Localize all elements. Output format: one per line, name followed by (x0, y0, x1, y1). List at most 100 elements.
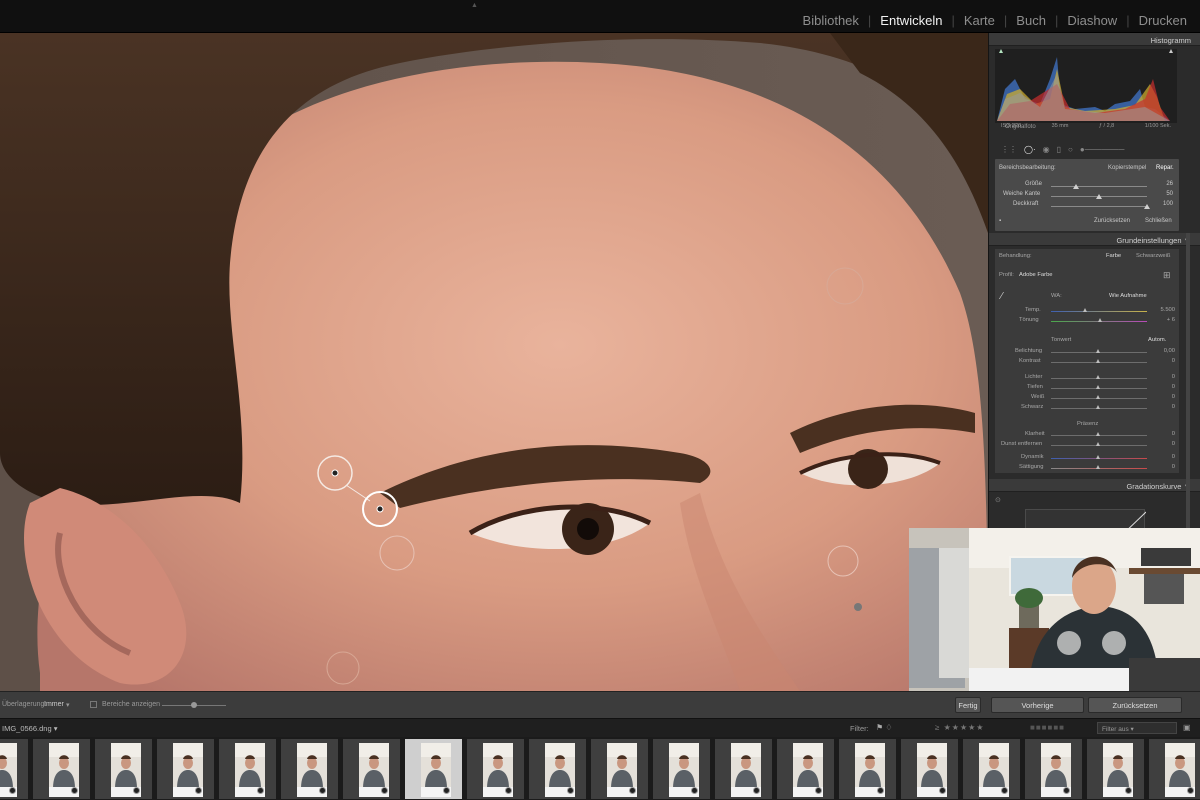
heal-mode-button[interactable]: Repar. (1156, 165, 1174, 171)
filmstrip-thumbnail[interactable] (156, 738, 215, 800)
saturation-label: Sättigung (1019, 464, 1044, 470)
shadows-value[interactable]: 0 (1172, 384, 1175, 390)
blacks-value[interactable]: 0 (1172, 404, 1175, 410)
crop-icon[interactable]: ⋮⋮ (1001, 145, 1017, 154)
rating-filter[interactable]: ≥ ★★★★★ (935, 723, 984, 732)
blacks-slider-thumb[interactable] (1096, 405, 1100, 409)
exposure-slider-thumb[interactable] (1096, 349, 1100, 353)
red-eye-icon[interactable]: ◉ (1043, 145, 1050, 154)
filmstrip-thumbnail[interactable] (466, 738, 525, 800)
filmstrip-thumbnail[interactable] (0, 738, 29, 800)
treatment-color-button[interactable]: Farbe (1106, 253, 1121, 259)
overlay-select[interactable]: Immer (44, 701, 64, 708)
photo-canvas[interactable] (0, 33, 988, 691)
show-spots-checkbox[interactable] (90, 701, 97, 708)
tint-value[interactable]: + 6 (1167, 317, 1175, 323)
exposure-value[interactable]: 0,00 (1164, 348, 1175, 354)
wb-select[interactable]: Wie Aufnahme (1109, 293, 1147, 299)
filmstrip-thumbnail[interactable] (280, 738, 339, 800)
dehaze-value[interactable]: 0 (1172, 441, 1175, 447)
done-button[interactable]: Fertig (955, 697, 981, 713)
highlights-slider-thumb[interactable] (1096, 375, 1100, 379)
highlights-value[interactable]: 0 (1172, 374, 1175, 380)
dehaze-slider-thumb[interactable] (1096, 442, 1100, 446)
graduated-filter-icon[interactable]: ▯ (1057, 145, 1061, 154)
whites-value[interactable]: 0 (1172, 394, 1175, 400)
module-entwickeln[interactable]: Entwickeln (879, 13, 943, 28)
color-filter[interactable]: ■■■■■■ (1030, 723, 1065, 732)
filmstrip-thumbnail[interactable] (652, 738, 711, 800)
focal-value: 35 mm (1051, 123, 1069, 129)
opacity-slider[interactable] (1051, 206, 1147, 207)
module-buch[interactable]: Buch (1015, 13, 1047, 28)
feather-slider-thumb[interactable] (1096, 194, 1102, 199)
filmstrip-thumbnail[interactable] (1086, 738, 1145, 800)
whites-slider-thumb[interactable] (1096, 395, 1100, 399)
curve-target-icon[interactable]: ⊙ (995, 496, 1001, 504)
filmstrip-thumbnail[interactable] (900, 738, 959, 800)
filmstrip-thumbnail[interactable] (32, 738, 91, 800)
vibrance-slider-thumb[interactable] (1096, 455, 1100, 459)
vibrance-value[interactable]: 0 (1172, 454, 1175, 460)
filmstrip-thumbnail[interactable] (838, 738, 897, 800)
tint-slider-thumb[interactable] (1098, 318, 1102, 322)
filmstrip-thumbnail[interactable] (1148, 738, 1200, 800)
opacity-value[interactable]: 100 (1163, 201, 1173, 207)
module-drucken[interactable]: Drucken (1138, 13, 1188, 28)
flag-filter-icon[interactable]: ⚑ ♢ (876, 723, 893, 732)
module-bibliothek[interactable]: Bibliothek (802, 13, 860, 28)
filmstrip-thumbnail[interactable] (94, 738, 153, 800)
saturation-slider-thumb[interactable] (1096, 465, 1100, 469)
temp-slider[interactable] (1051, 311, 1147, 312)
clarity-slider-thumb[interactable] (1096, 432, 1100, 436)
overlay-dropdown-icon[interactable]: ▾ (66, 701, 70, 709)
clone-mode-button[interactable]: Kopierstempel (1108, 165, 1146, 171)
profile-browser-icon[interactable]: ⊞ (1163, 270, 1171, 281)
temp-slider-thumb[interactable] (1083, 308, 1087, 312)
filmstrip-thumbnail[interactable] (1024, 738, 1083, 800)
module-diashow[interactable]: Diashow (1066, 13, 1118, 28)
mask-toggle-icon[interactable]: ▪ (999, 218, 1001, 224)
filename-label[interactable]: IMG_0566.dng ▾ (2, 724, 57, 733)
filter-select[interactable]: Filter aus ▾ (1097, 722, 1177, 734)
auto-button[interactable]: Autom. (1148, 337, 1166, 343)
reset-button[interactable]: Zurücksetzen (1088, 697, 1182, 713)
filmstrip-thumbnail[interactable] (218, 738, 277, 800)
filmstrip-thumbnail[interactable] (404, 738, 463, 800)
visualize-slider-thumb[interactable] (191, 702, 197, 708)
spot-close-button[interactable]: Schließen (1145, 218, 1172, 224)
size-value[interactable]: 26 (1166, 181, 1173, 187)
filmstrip-thumbnail[interactable] (714, 738, 773, 800)
filmstrip-thumbnail[interactable] (776, 738, 835, 800)
size-slider-thumb[interactable] (1073, 184, 1079, 189)
curve-header[interactable]: Gradationskurve ▼ (989, 479, 1200, 492)
filmstrip-thumbnail[interactable] (962, 738, 1021, 800)
collapse-top-icon[interactable]: ▲ (471, 2, 478, 9)
clarity-value[interactable]: 0 (1172, 431, 1175, 437)
adjustment-brush-icon[interactable]: ●─────── (1080, 145, 1125, 154)
histogram-title: Histogramm (1150, 36, 1191, 45)
previous-button[interactable]: Vorherige (991, 697, 1084, 713)
radial-filter-icon[interactable]: ○ (1068, 145, 1073, 154)
spot-removal-icon[interactable]: ◯· (1024, 145, 1036, 154)
shadows-slider-thumb[interactable] (1096, 385, 1100, 389)
opacity-slider-thumb[interactable] (1144, 204, 1150, 209)
temp-value[interactable]: 5.500 (1160, 307, 1175, 313)
eyedropper-icon[interactable]: ⁄ (1001, 291, 1003, 302)
filmstrip-thumbnail[interactable] (590, 738, 649, 800)
contrast-value[interactable]: 0 (1172, 358, 1175, 364)
filmstrip-thumbnail[interactable] (528, 738, 587, 800)
module-karte[interactable]: Karte (963, 13, 996, 28)
feather-value[interactable]: 50 (1166, 191, 1173, 197)
filmstrip-thumbnail[interactable] (342, 738, 401, 800)
treatment-bw-button[interactable]: Schwarzweiß (1136, 253, 1170, 259)
contrast-slider-thumb[interactable] (1096, 359, 1100, 363)
develop-badge-icon (71, 787, 78, 794)
spot-reset-button[interactable]: Zurücksetzen (1094, 218, 1130, 224)
basic-header[interactable]: Grundeinstellungen ▼ (989, 233, 1200, 246)
profile-select[interactable]: Adobe Farbe (1019, 272, 1053, 278)
saturation-value[interactable]: 0 (1172, 464, 1175, 470)
histogram-header[interactable]: Histogramm (989, 33, 1200, 46)
filter-lock-icon[interactable]: ▣ (1183, 723, 1191, 732)
size-slider[interactable] (1051, 186, 1147, 187)
